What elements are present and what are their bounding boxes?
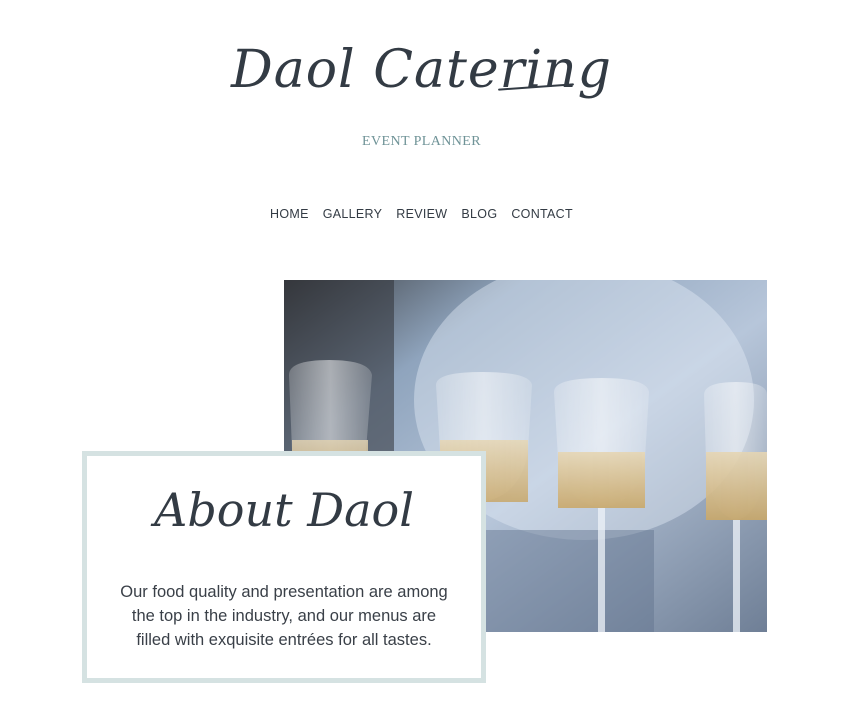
nav-gallery[interactable]: GALLERY [316, 207, 390, 221]
about-card: About Daol Our food quality and presenta… [82, 451, 486, 683]
nav-contact[interactable]: CONTACT [504, 207, 580, 221]
site-logo[interactable]: Daol Catering [0, 30, 843, 110]
nav-review[interactable]: REVIEW [389, 207, 454, 221]
nav-home[interactable]: HOME [263, 207, 316, 221]
about-description: Our food quality and presentation are am… [120, 583, 448, 649]
site-tagline: EVENT PLANNER [362, 134, 481, 149]
nav-blog[interactable]: BLOG [454, 207, 504, 221]
page: Daol Catering EVENT PLANNER HOME GALLERY… [0, 0, 843, 716]
about-title: About Daol [154, 483, 414, 537]
main-nav: HOME GALLERY REVIEW BLOG CONTACT [0, 207, 843, 221]
